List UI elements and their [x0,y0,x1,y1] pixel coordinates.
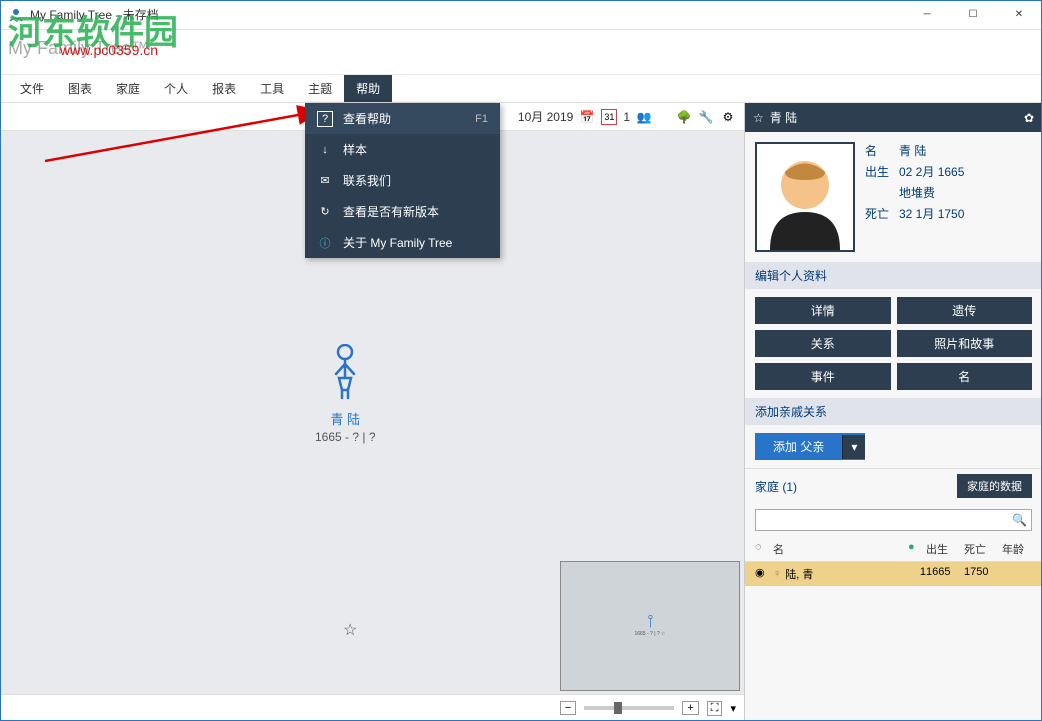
app-icon [8,7,24,23]
help-dropdown: ? 查看帮助 F1 ↓ 样本 ✉ 联系我们 ↻ 查看是否有新版本 ⓘ 关于 My… [305,103,500,258]
th-born[interactable]: 出生 [926,541,964,557]
side-panel: ☆ 青 陆 ✿ 名青 陆 出生02 2月 1665 地堆费 死亡32 1月 17… [744,103,1042,721]
family-data-button[interactable]: 家庭的数据 [957,474,1032,498]
avatar-placeholder-icon [760,150,850,250]
profile-block: 名青 陆 出生02 2月 1665 地堆费 死亡32 1月 1750 [745,132,1042,262]
person-small-icon: ♀ [773,568,781,580]
zoom-out-button[interactable]: − [560,701,576,715]
zoom-slider[interactable] [584,706,674,710]
th-pin-icon[interactable]: ● [908,541,926,557]
menu-theme[interactable]: 主题 [296,75,344,102]
dropdown-contact[interactable]: ✉ 联系我们 [305,165,500,196]
dropdown-check-update[interactable]: ↻ 查看是否有新版本 [305,196,500,227]
row-born: 1665 [926,566,964,582]
panel-title: 青 陆 [770,109,797,126]
th-died[interactable]: 死亡 [964,541,1002,557]
edit-section-head: 编辑个人资料 [745,262,1042,289]
button-grid: 详情 遗传 关系 照片和故事 事件 名 [745,289,1042,398]
calendar-icon[interactable]: 📅 [579,109,595,125]
menu-report[interactable]: 报表 [200,75,248,102]
statusbar: − + ⛶ ▾ [0,694,744,721]
calendar-day-icon[interactable]: 31 [601,109,617,125]
person-node-dates: 1665 - ? | ? [315,430,376,444]
avatar[interactable] [755,142,855,252]
death-value: 32 1月 1750 [899,205,964,222]
dropdown-about[interactable]: ⓘ 关于 My Family Tree [305,227,500,258]
row-died: 1750 [964,566,1002,582]
menu-person[interactable]: 个人 [152,75,200,102]
people-icon[interactable]: 👥 [636,109,652,125]
favorite-star-icon[interactable]: ☆ [753,111,764,125]
death-label: 死亡 [865,205,899,222]
search-icon: 🔍 [1012,513,1027,527]
family-count-label: 家庭 (1) [755,478,797,495]
th-radio[interactable]: ◌ [755,541,773,557]
th-name[interactable]: 名 [773,541,908,557]
name-label: 名 [865,142,899,159]
logo-strip [0,30,1042,75]
menu-chart[interactable]: 图表 [56,75,104,102]
row-name: ♀陆, 青 [773,566,908,582]
birth-value: 02 2月 1665 [899,163,964,180]
row-age [1002,566,1032,582]
info-rows: 名青 陆 出生02 2月 1665 地堆费 死亡32 1月 1750 [865,142,1032,252]
fit-button[interactable]: ⛶ [707,701,723,716]
refresh-icon: ↻ [317,204,333,220]
add-relative-dropdown[interactable]: ▾ [842,435,865,459]
person-female-icon [325,344,365,400]
family-search-input[interactable]: 🔍 [755,509,1032,531]
menubar: 文件 图表 家庭 个人 报表 工具 主题 帮助 [0,75,1042,103]
add-relative-button[interactable]: 添加 父亲 ▾ [755,433,865,460]
row-pin: 1 [908,566,926,582]
panel-settings-icon[interactable]: ✿ [1024,111,1034,125]
panel-header: ☆ 青 陆 ✿ [745,103,1042,132]
place-value: 地堆费 [899,184,935,201]
minimap-person: 1665 - ? | ? ☆ [634,615,665,637]
toolbar-date: 10月 2019 [518,108,573,125]
expand-button[interactable]: ▾ [730,702,736,715]
row-radio[interactable]: ◉ [755,566,773,582]
menu-family[interactable]: 家庭 [104,75,152,102]
name-value: 青 陆 [899,142,926,159]
info-icon: ⓘ [317,235,333,251]
family-table-header: ◌ 名 ● 出生 死亡 年龄 [745,537,1042,562]
menu-tools[interactable]: 工具 [248,75,296,102]
dropdown-view-help[interactable]: ? 查看帮助 F1 [305,103,500,134]
close-button[interactable]: ✕ [996,0,1042,30]
help-icon: ? [317,111,333,127]
table-row[interactable]: ◉ ♀陆, 青 1 1665 1750 [745,562,1042,586]
app-logo-text: My Family Tree™ [8,38,149,59]
person-node-name: 青 陆 [315,409,376,428]
minimize-button[interactable]: ─ [904,0,950,30]
family-section-head: 家庭 (1) 家庭的数据 [745,468,1042,503]
photos-button[interactable]: 照片和故事 [897,330,1033,357]
window-title: My Family Tree - 未存档 [30,6,904,23]
titlebar: My Family Tree - 未存档 ─ ☐ ✕ [0,0,1042,30]
mail-icon: ✉ [317,173,333,189]
birth-label: 出生 [865,163,899,180]
dropdown-samples[interactable]: ↓ 样本 [305,134,500,165]
th-age[interactable]: 年龄 [1002,541,1032,557]
details-button[interactable]: 详情 [755,297,891,324]
star-icon[interactable]: ☆ [343,620,357,640]
names-button[interactable]: 名 [897,363,1033,390]
person-node[interactable]: 青 陆 1665 - ? | ? ☆ [315,344,376,444]
events-button[interactable]: 事件 [755,363,891,390]
zoom-in-button[interactable]: + [682,701,698,715]
relations-button[interactable]: 关系 [755,330,891,357]
toolbar-count: 1 [623,110,630,124]
minimap[interactable]: 1665 - ? | ? ☆ [560,561,740,691]
menu-help[interactable]: 帮助 [344,75,392,102]
add-section-head: 添加亲戚关系 [745,398,1042,425]
maximize-button[interactable]: ☐ [950,0,996,30]
tools-icon[interactable]: 🔧 [698,109,714,125]
gear-icon[interactable]: ⚙ [720,109,736,125]
menu-file[interactable]: 文件 [8,75,56,102]
genetics-button[interactable]: 遗传 [897,297,1033,324]
download-icon: ↓ [317,142,333,158]
tree-icon[interactable]: 🌳 [676,109,692,125]
